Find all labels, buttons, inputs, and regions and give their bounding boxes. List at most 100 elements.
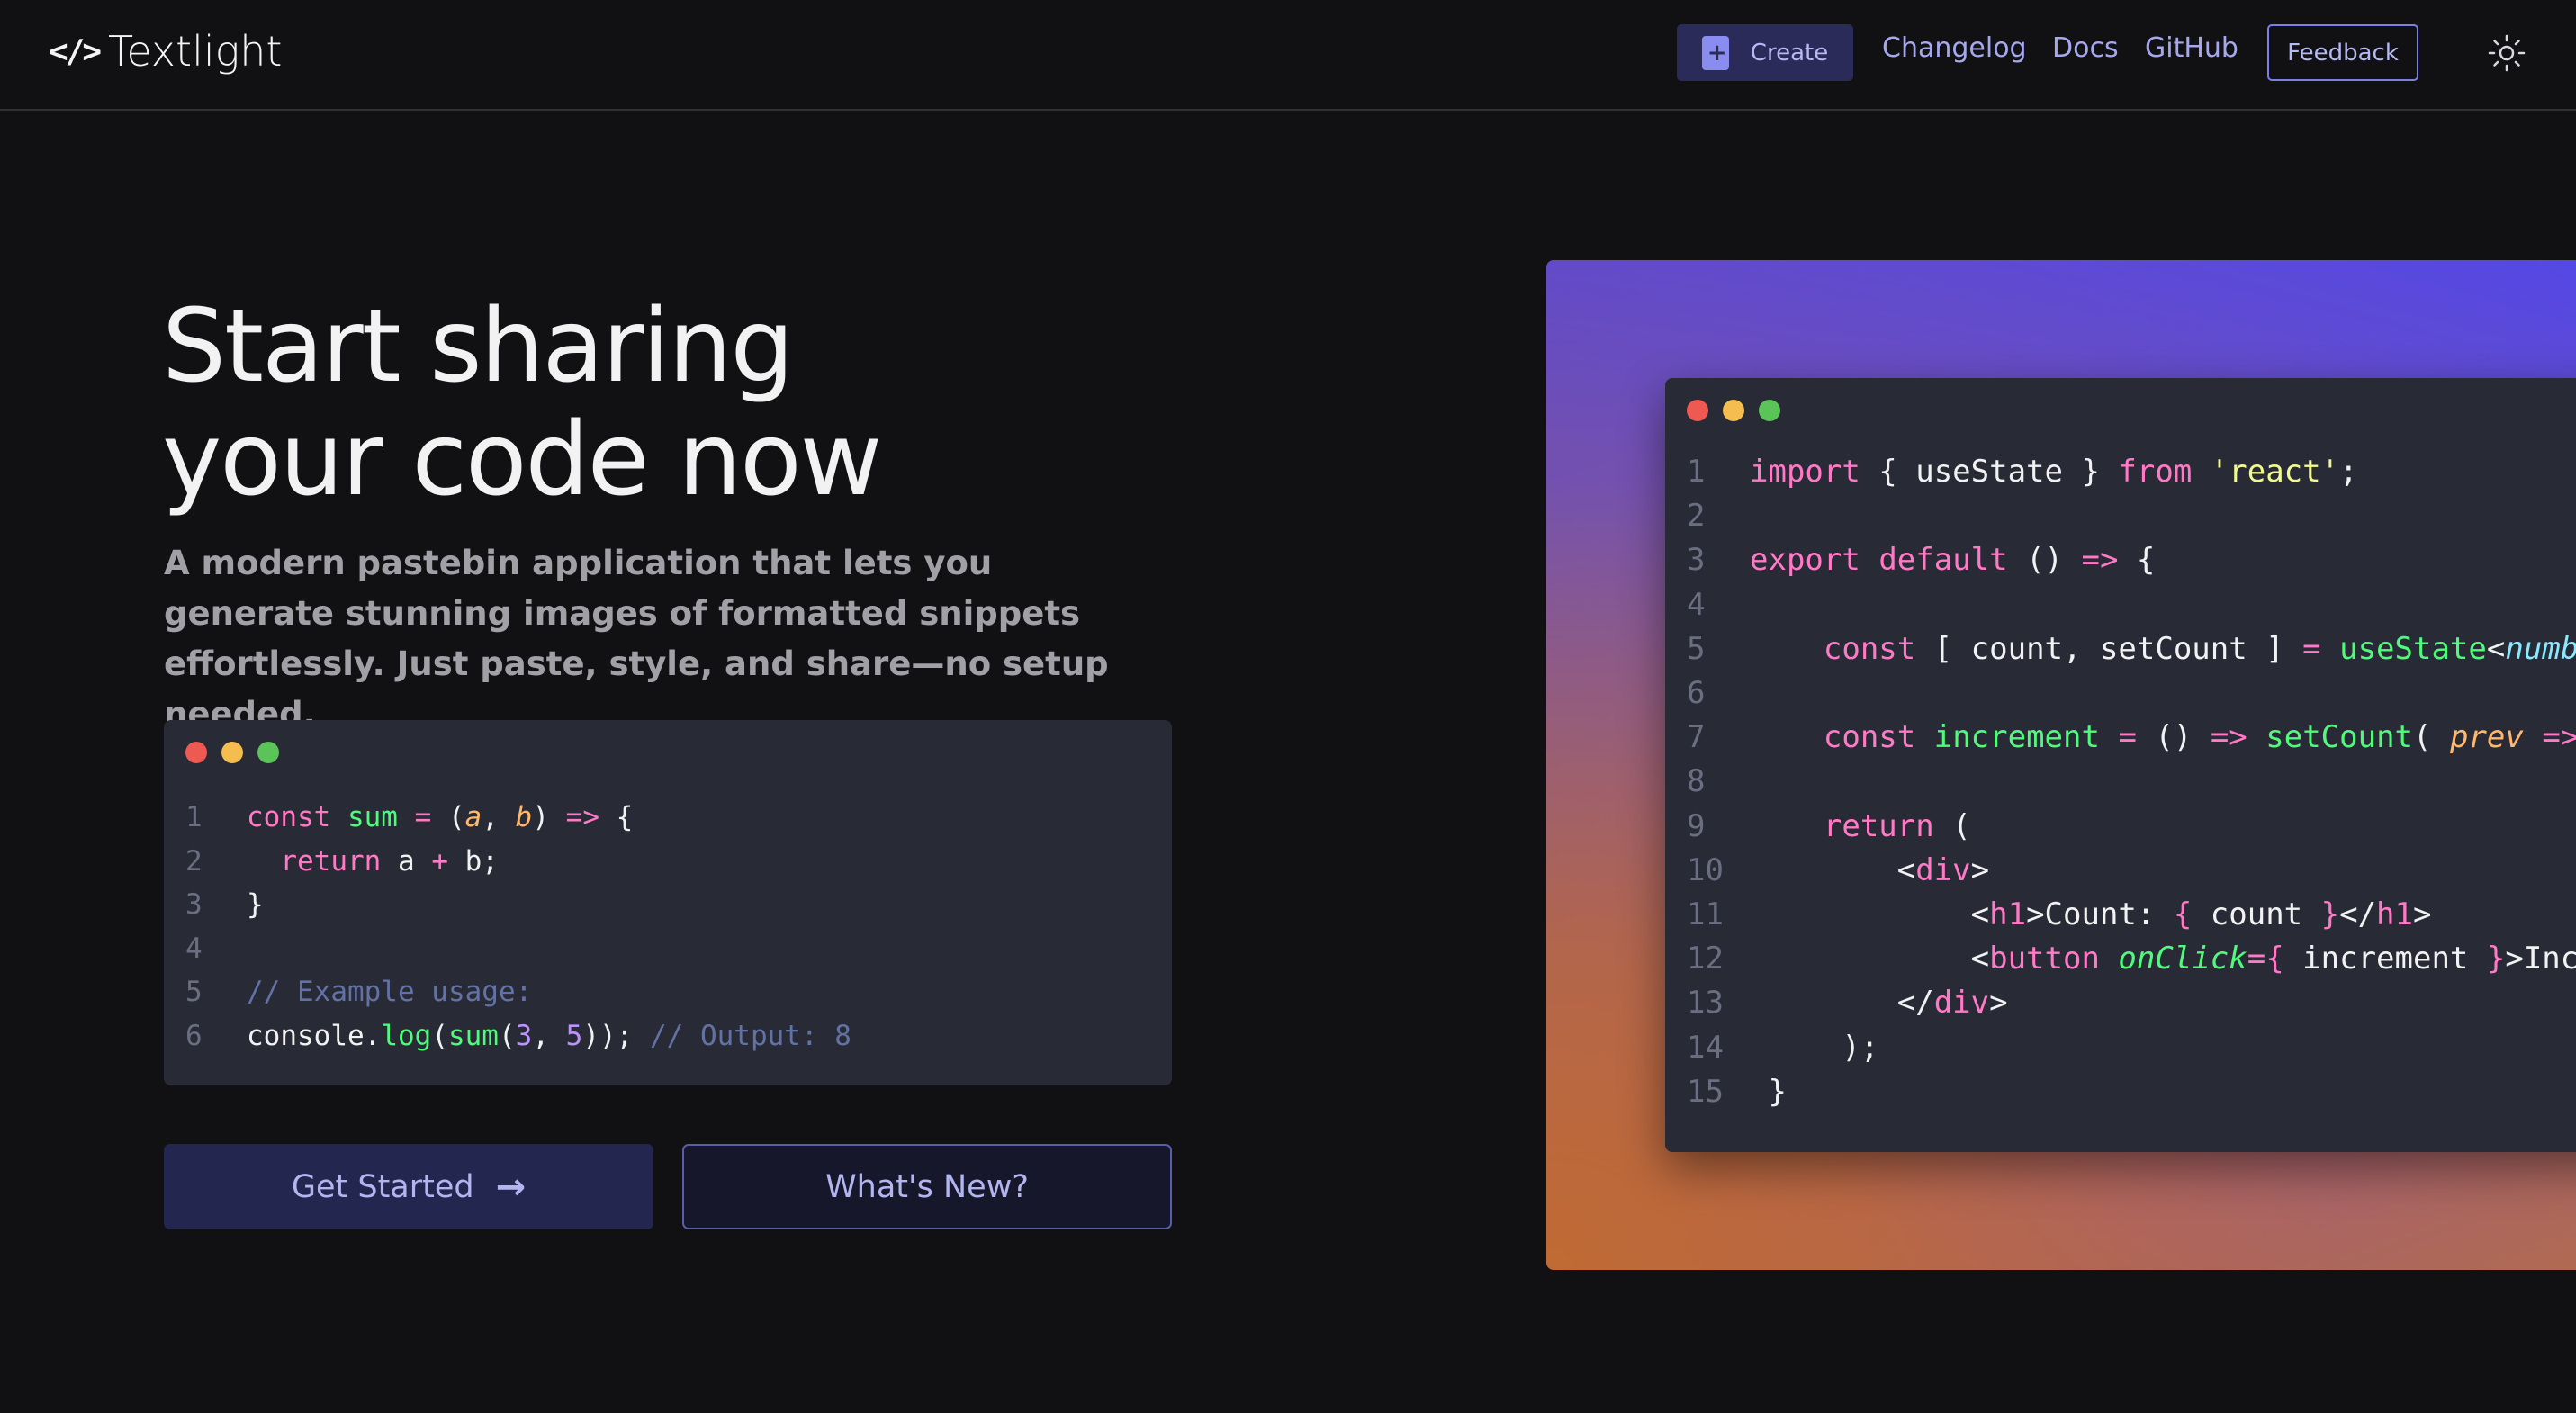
hero-title-line-1: Start sharing: [162, 288, 794, 405]
code-token: =>: [565, 801, 599, 833]
line-number: 3: [185, 888, 203, 921]
code-line: 11 <h1>Count: { count }</h1>: [1687, 893, 2576, 937]
line-number: 4: [1687, 586, 1706, 623]
showcase-preview-background: 1 import { useState } from 'react'; 2 3 exp…: [1546, 260, 2576, 1270]
nav-link-changelog[interactable]: Changelog: [1882, 32, 2027, 64]
code-line: 13 </div>: [1687, 981, 2576, 1025]
code-token: const: [247, 801, 347, 833]
code-token: const: [1823, 719, 1916, 756]
code-token: <: [1750, 851, 1916, 888]
example-code-snippet: 1 const sum = (a, b) => {2 return a + b; 3…: [164, 720, 1172, 1085]
code-token: div: [1915, 851, 1971, 888]
line-number: 10: [1687, 851, 1724, 888]
code-line: 8: [1687, 760, 2576, 804]
nav-link-docs[interactable]: Docs: [2052, 32, 2119, 64]
arrow-right-icon: →: [495, 1166, 527, 1208]
code-line: 4: [1687, 583, 2576, 627]
code-token: );: [1750, 1029, 1879, 1066]
line-number: 2: [1687, 498, 1706, 535]
line-number: 5: [1687, 630, 1706, 667]
window-controls: [185, 742, 293, 763]
line-number: 15: [1687, 1073, 1724, 1110]
maximize-dot-icon: [1759, 400, 1780, 421]
code-token: >: [2413, 896, 2432, 933]
code-token: (): [2136, 719, 2211, 756]
code-token: // Example usage:: [247, 976, 533, 1008]
code-line: 5 const [ count, setCount ] = useState<n…: [1687, 627, 2576, 671]
line-number: 1: [185, 801, 203, 833]
code-token: (): [2007, 542, 2082, 579]
code-line: 2 return a + b;: [185, 840, 851, 884]
code-line: 1 import { useState } from 'react';: [1687, 450, 2576, 494]
code-token: =: [2247, 940, 2266, 977]
code-token: prev: [2449, 719, 2524, 756]
line-number: 6: [185, 1019, 203, 1052]
code-line: 6: [1687, 671, 2576, 716]
line-number: 4: [185, 932, 203, 965]
code-line: 4: [185, 927, 851, 971]
code-token: {: [599, 801, 634, 833]
logo-text: Textlight: [108, 27, 283, 76]
code-token: </: [2339, 896, 2377, 933]
code-token: >: [1989, 985, 2008, 1022]
code-token: b;: [447, 844, 499, 878]
code-token: b: [515, 801, 533, 833]
code-token: return: [1823, 807, 1934, 844]
code-token: ,: [532, 1019, 566, 1052]
line-number: 12: [1687, 940, 1724, 977]
code-token: a: [464, 801, 482, 833]
code-line: 2: [1687, 494, 2576, 538]
code-token: =>: [2081, 542, 2119, 579]
code-token: button: [1989, 940, 2100, 977]
line-number: 11: [1687, 896, 1724, 933]
code-block: 1 import { useState } from 'react'; 2 3 exp…: [1687, 450, 2576, 1114]
code-token: h1: [2376, 896, 2413, 933]
window-controls: [1687, 400, 1795, 421]
code-token: =: [2302, 630, 2321, 667]
code-token: setCount: [2265, 719, 2414, 756]
code-token: ,: [482, 801, 516, 833]
line-number: 8: [1687, 763, 1706, 800]
nav-link-github[interactable]: GitHub: [2145, 32, 2238, 64]
line-number: 13: [1687, 985, 1724, 1022]
create-button-label: Create: [1750, 39, 1829, 67]
code-token: 'react': [2210, 454, 2340, 490]
code-token: (: [498, 1019, 516, 1052]
whats-new-label: What's New?: [825, 1168, 1029, 1205]
code-token: import: [1750, 454, 1860, 490]
hero-title: Start sharing your code now: [162, 290, 1152, 517]
code-token: <: [1750, 940, 1990, 977]
line-number: 1: [1687, 454, 1706, 490]
code-token: }: [2320, 896, 2340, 933]
line-number: 2: [185, 844, 203, 878]
code-token: {: [2118, 542, 2156, 579]
line-number: 3: [1687, 542, 1706, 579]
code-token: (: [2413, 719, 2450, 756]
code-token: =>: [2542, 719, 2576, 756]
code-token: =>: [2210, 719, 2247, 756]
line-number: 7: [1687, 719, 1706, 756]
get-started-label: Get Started: [291, 1168, 474, 1205]
theme-toggle-button[interactable]: [2488, 34, 2526, 72]
code-line: 3}: [185, 883, 851, 927]
hero-title-line-2: your code now: [162, 401, 882, 518]
file-plus-icon: [1701, 35, 1729, 70]
code-token: return: [280, 844, 382, 878]
code-token: }: [1750, 1073, 1787, 1110]
code-token: sum: [447, 1019, 499, 1052]
create-button[interactable]: Create: [1677, 24, 1853, 81]
get-started-button[interactable]: Get Started →: [164, 1144, 653, 1229]
whats-new-button[interactable]: What's New?: [682, 1144, 1172, 1229]
code-block: 1 const sum = (a, b) => {2 return a + b; 3…: [185, 796, 851, 1058]
logo[interactable]: </> Textlight: [49, 27, 282, 76]
feedback-button[interactable]: Feedback: [2267, 24, 2418, 81]
code-token: onClick: [2118, 940, 2247, 977]
code-line: 7 const increment = () => setCount( prev…: [1687, 716, 2576, 760]
code-token: export: [1750, 542, 1860, 579]
